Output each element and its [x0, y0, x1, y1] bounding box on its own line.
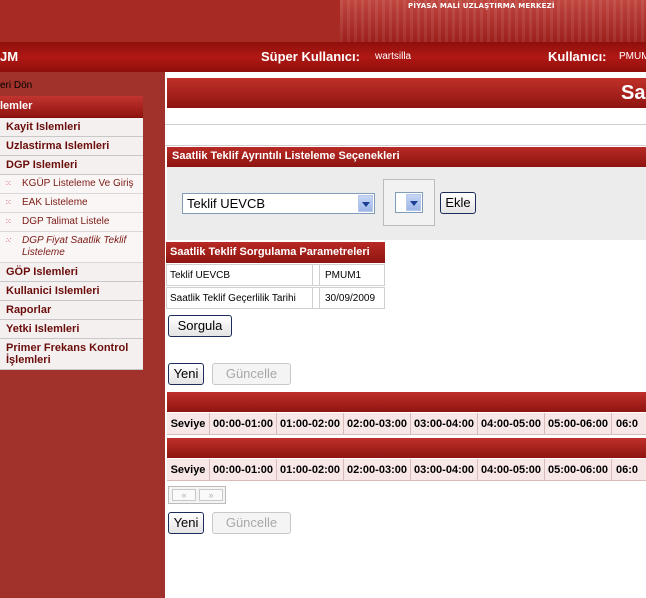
sidebar-subitem-label: KGÜP Listeleme Ve Giriş [22, 178, 134, 189]
sidebar-subitem-eak[interactable]: ⁙ EAK Listeleme [0, 194, 143, 213]
page-title: Sa [621, 82, 646, 104]
brand-text: PİYASA MALİ UZLAŞTIRMA MERKEZİ [408, 2, 555, 10]
top-banner: PİYASA MALİ UZLAŞTIRMA MERKEZİ [0, 0, 646, 42]
small-select-container [383, 179, 435, 226]
grid-column-header: 06:0 [616, 464, 639, 476]
query-key: Teklif UEVCB [170, 270, 231, 281]
grid-column-header: 06:0 [616, 418, 639, 430]
page-title-bar: Sa [167, 78, 646, 108]
query-value: PMUM1 [325, 270, 362, 281]
query-row: Teklif UEVCB PMUM1 [166, 264, 385, 286]
bullet-icon: ⁙ [5, 179, 12, 188]
sidebar-item-primer-frekans[interactable]: Primer Frekans Kontrol İşlemleri [0, 339, 143, 370]
grid-column-header: 02:00-03:00 [344, 459, 411, 481]
grid-column-header: 02:00-03:00 [344, 413, 411, 435]
sidebar-item-dgp[interactable]: DGP Islemleri [0, 156, 143, 175]
user-value: PMUM [619, 51, 646, 62]
chevron-down-icon[interactable] [406, 194, 421, 211]
bullet-icon: ⁙ [5, 198, 12, 207]
user-bar: JM Süper Kullanıcı: wartsilla Kullanıcı:… [0, 42, 646, 72]
app-abbr: JM [0, 49, 19, 64]
sidebar-item-gop[interactable]: GÖP Islemleri [0, 263, 143, 282]
user-label: Kullanıcı: [548, 49, 607, 64]
grid-header-band [167, 392, 646, 412]
query-key: Saatlik Teklif Geçerlilik Tarihi [170, 293, 296, 304]
divider [319, 265, 320, 285]
query-panel-title: Saatlik Teklif Sorgulama Parametreleri [166, 242, 385, 263]
sidebar-item-uzlastirma[interactable]: Uzlastirma Islemleri [0, 137, 143, 156]
sidebar-subitem-fiyat-teklif[interactable]: ⁙ DGP Fiyat Saatlik Teklif Listeleme [0, 232, 143, 263]
bullet-icon: ⁙ [5, 236, 12, 245]
sidebar-item-yetki[interactable]: Yetki Islemleri [0, 320, 143, 339]
menu-group-header[interactable]: lemler [0, 96, 143, 118]
grid-column-header: Seviye [167, 459, 210, 481]
sidebar: eri Dön lemler Kayit Islemleri Uzlastirm… [0, 72, 165, 598]
sidebar-menu: lemler Kayit Islemleri Uzlastirma Isleml… [0, 96, 143, 370]
uevcb-select[interactable]: Teklif UEVCB [182, 193, 375, 214]
pager: « » [168, 486, 226, 504]
grid-column-header: 00:00-01:00 [210, 459, 277, 481]
grid-column-header: 04:00-05:00 [478, 459, 545, 481]
query-row: Saatlik Teklif Geçerlilik Tarihi 30/09/2… [166, 287, 385, 309]
prev-page-button[interactable]: « [172, 489, 196, 501]
sidebar-item-kullanici[interactable]: Kullanici Islemleri [0, 282, 143, 301]
sidebar-subitem-kgup[interactable]: ⁙ KGÜP Listeleme Ve Giriş [0, 175, 143, 194]
divider [319, 288, 320, 308]
sidebar-subitem-label: EAK Listeleme [22, 197, 88, 208]
back-link[interactable]: eri Dön [0, 80, 32, 91]
options-panel-title: Saatlik Teklif Ayrıntılı Listeleme Seçen… [167, 147, 646, 167]
super-user-value: wartsilla [375, 51, 412, 62]
next-page-button[interactable]: » [199, 489, 223, 501]
sidebar-subitem-talimat[interactable]: ⁙ DGP Talimat Listele [0, 213, 143, 232]
main-content: Sa Saatlik Teklif Ayrıntılı Listeleme Se… [165, 72, 646, 598]
chevron-down-icon[interactable] [358, 195, 373, 212]
sidebar-subitem-label: DGP Fiyat Saatlik Teklif Listeleme [22, 235, 127, 258]
grid-footer-row: Seviye 00:00-01:00 01:00-02:00 02:00-03:… [167, 459, 646, 481]
divider [312, 265, 313, 285]
query-value: 30/09/2009 [325, 293, 376, 304]
options-panel: Teklif UEVCB Ekle [167, 167, 646, 240]
sidebar-item-kayit[interactable]: Kayit Islemleri [0, 118, 143, 137]
grid-column-header: 04:00-05:00 [478, 413, 545, 435]
new-button[interactable]: Yeni [168, 363, 204, 385]
grid-column-header: Seviye [167, 413, 210, 435]
small-select[interactable] [395, 192, 423, 213]
new-button-bottom[interactable]: Yeni [168, 512, 204, 534]
divider [312, 288, 313, 308]
add-button[interactable]: Ekle [440, 192, 476, 214]
grid-column-header: 00:00-01:00 [210, 413, 277, 435]
grid-column-header: 03:00-04:00 [411, 459, 478, 481]
grid-footer-band [167, 438, 646, 458]
update-button[interactable]: Güncelle [212, 363, 291, 385]
grid-column-header: 01:00-02:00 [277, 459, 344, 481]
sidebar-item-raporlar[interactable]: Raporlar [0, 301, 143, 320]
grid-column-header: 05:00-06:00 [545, 413, 612, 435]
bullet-icon: ⁙ [5, 217, 12, 226]
message-strip [165, 124, 646, 146]
grid-column-header: 01:00-02:00 [277, 413, 344, 435]
super-user-label: Süper Kullanıcı: [261, 49, 360, 64]
query-button[interactable]: Sorgula [168, 315, 232, 337]
update-button-bottom[interactable]: Güncelle [212, 512, 291, 534]
sidebar-subitem-label: DGP Talimat Listele [22, 216, 110, 227]
grid-header-row: Seviye 00:00-01:00 01:00-02:00 02:00-03:… [167, 413, 646, 435]
grid-column-header: 03:00-04:00 [411, 413, 478, 435]
uevcb-select-value: Teklif UEVCB [187, 196, 266, 211]
grid-column-header: 05:00-06:00 [545, 459, 612, 481]
